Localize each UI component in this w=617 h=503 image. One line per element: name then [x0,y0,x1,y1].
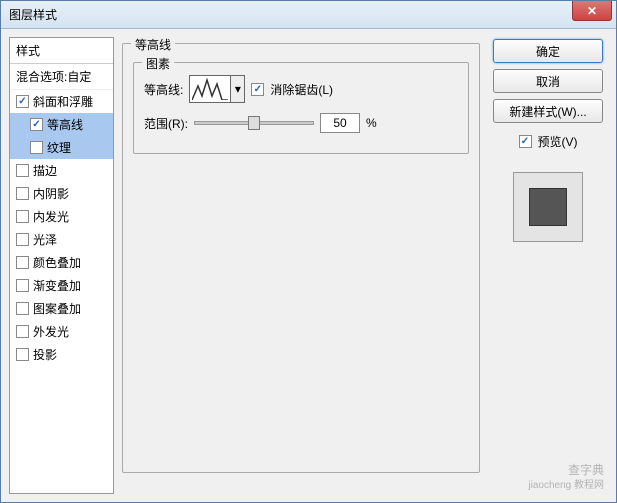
dialog-window: 图层样式 ✕ 样式 混合选项:自定 斜面和浮雕等高线纹理描边内阴影内发光光泽颜色… [0,0,617,503]
chevron-down-icon: ▾ [235,82,241,96]
style-label: 颜色叠加 [33,254,81,271]
group-title: 图素 [142,55,174,72]
content-area: 样式 混合选项:自定 斜面和浮雕等高线纹理描边内阴影内发光光泽颜色叠加渐变叠加图… [1,29,616,502]
antialias-checkbox[interactable] [251,83,264,96]
contour-row: 等高线: ▾ 消除锯齿(L) [144,75,458,103]
style-item-7[interactable]: 颜色叠加 [10,251,113,274]
range-slider[interactable] [194,121,314,125]
ok-label: 确定 [536,43,560,60]
contour-picker[interactable] [189,75,231,103]
slider-thumb[interactable] [248,116,260,130]
style-label: 光泽 [33,231,57,248]
style-item-11[interactable]: 投影 [10,343,113,366]
style-label: 投影 [33,346,57,363]
style-checkbox[interactable] [16,279,29,292]
style-label: 描边 [33,162,57,179]
range-label: 范围(R): [144,115,188,132]
close-button[interactable]: ✕ [572,1,612,21]
style-item-9[interactable]: 图案叠加 [10,297,113,320]
style-item-8[interactable]: 渐变叠加 [10,274,113,297]
style-checkbox[interactable] [16,302,29,315]
new-style-label: 新建样式(W)... [509,103,586,120]
contour-label: 等高线: [144,81,183,98]
new-style-button[interactable]: 新建样式(W)... [493,99,603,123]
preview-box [513,172,583,242]
style-checkbox[interactable] [16,164,29,177]
blend-options-row[interactable]: 混合选项:自定 [10,64,113,90]
style-item-5[interactable]: 内发光 [10,205,113,228]
style-checkbox[interactable] [16,187,29,200]
style-item-6[interactable]: 光泽 [10,228,113,251]
range-row: 范围(R): % [144,113,458,133]
close-icon: ✕ [587,4,597,18]
style-checkbox[interactable] [16,348,29,361]
preview-checkbox[interactable] [519,135,532,148]
style-item-0[interactable]: 斜面和浮雕 [10,90,113,113]
settings-panel: 等高线 图素 等高线: ▾ [122,37,480,494]
antialias-label: 消除锯齿(L) [270,81,333,98]
styles-list-panel: 样式 混合选项:自定 斜面和浮雕等高线纹理描边内阴影内发光光泽颜色叠加渐变叠加图… [9,37,114,494]
style-checkbox[interactable] [16,233,29,246]
style-checkbox[interactable] [30,141,43,154]
range-input[interactable] [320,113,360,133]
elements-group: 图素 等高线: ▾ [133,62,469,154]
contour-section: 等高线 图素 等高线: ▾ [122,43,480,473]
titlebar: 图层样式 ✕ [1,1,616,29]
style-item-3[interactable]: 描边 [10,159,113,182]
style-checkbox[interactable] [16,325,29,338]
style-label: 等高线 [47,116,83,133]
style-label: 纹理 [47,139,71,156]
style-list: 斜面和浮雕等高线纹理描边内阴影内发光光泽颜色叠加渐变叠加图案叠加外发光投影 [10,90,113,366]
contour-curve-icon [192,78,228,100]
style-label: 图案叠加 [33,300,81,317]
section-title: 等高线 [131,36,175,53]
range-unit: % [366,116,377,130]
preview-row: 预览(V) [519,133,578,150]
style-item-2[interactable]: 纹理 [10,136,113,159]
style-checkbox[interactable] [30,118,43,131]
preview-label: 预览(V) [538,133,578,150]
style-checkbox[interactable] [16,256,29,269]
style-label: 外发光 [33,323,69,340]
window-title: 图层样式 [9,6,57,23]
action-panel: 确定 取消 新建样式(W)... 预览(V) [488,37,608,494]
cancel-button[interactable]: 取消 [493,69,603,93]
style-label: 内发光 [33,208,69,225]
preview-swatch [529,188,567,226]
style-label: 斜面和浮雕 [33,93,93,110]
style-item-4[interactable]: 内阴影 [10,182,113,205]
cancel-label: 取消 [536,73,560,90]
style-checkbox[interactable] [16,95,29,108]
contour-dropdown-button[interactable]: ▾ [231,75,245,103]
styles-header[interactable]: 样式 [10,38,113,64]
style-label: 渐变叠加 [33,277,81,294]
ok-button[interactable]: 确定 [493,39,603,63]
style-item-10[interactable]: 外发光 [10,320,113,343]
style-label: 内阴影 [33,185,69,202]
style-checkbox[interactable] [16,210,29,223]
style-item-1[interactable]: 等高线 [10,113,113,136]
